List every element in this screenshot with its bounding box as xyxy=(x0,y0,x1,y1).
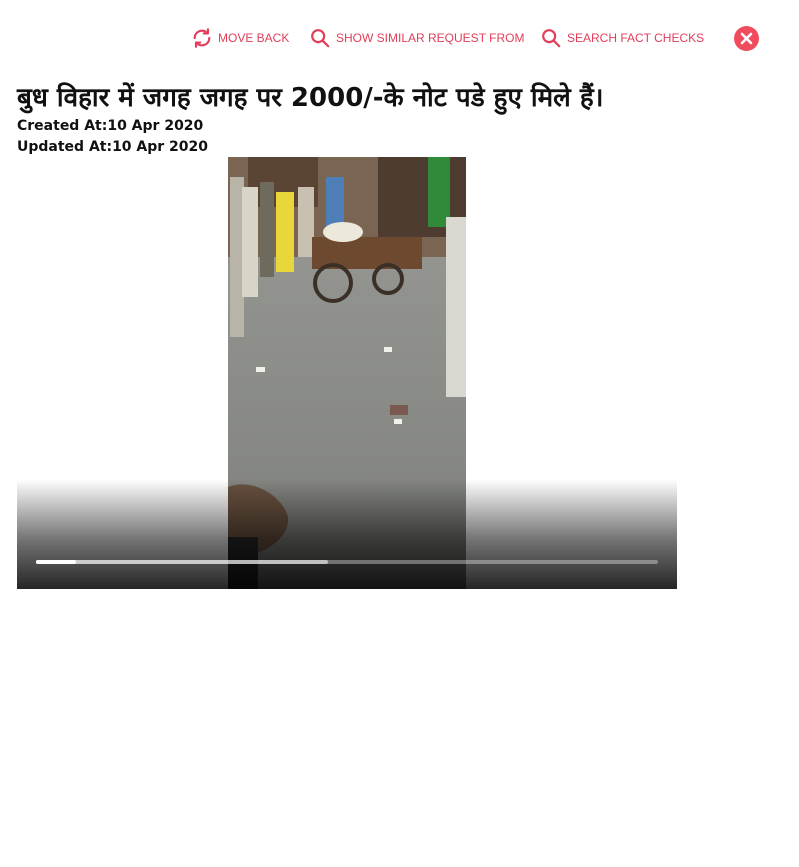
action-bar: MOVE BACK SHOW SIMILAR REQUEST FROM SEAR… xyxy=(0,24,799,52)
fullscreen-button[interactable] xyxy=(582,844,600,862)
time-display: 0:03 / 0:47 xyxy=(75,843,151,860)
more-options-button[interactable] xyxy=(645,842,651,862)
close-icon xyxy=(740,32,753,45)
close-button[interactable] xyxy=(734,26,759,51)
show-similar-request-button[interactable]: SHOW SIMILAR REQUEST FROM xyxy=(309,24,524,52)
refresh-icon xyxy=(191,27,213,49)
search-fact-checks-label: SEARCH FACT CHECKS xyxy=(567,31,705,45)
progress-played xyxy=(36,560,76,564)
search-icon xyxy=(540,27,562,49)
video-player[interactable]: 0:03 / 0:47 xyxy=(17,157,677,862)
play-icon xyxy=(41,844,53,860)
move-back-label: MOVE BACK xyxy=(218,31,290,45)
play-button[interactable] xyxy=(39,843,55,861)
video-controls: 0:03 / 0:47 xyxy=(17,479,677,862)
search-fact-checks-button[interactable]: SEARCH FACT CHECKS xyxy=(540,24,704,52)
post-title: बुध विहार में जगह जगह पर 2000/-के नोट पड… xyxy=(17,83,604,113)
search-icon xyxy=(309,27,331,49)
progress-buffered xyxy=(36,560,329,564)
created-date: Created At:10 Apr 2020 xyxy=(17,118,204,134)
fullscreen-icon xyxy=(582,844,600,862)
more-vertical-icon xyxy=(645,842,651,862)
volume-icon xyxy=(524,845,544,861)
progress-bar[interactable] xyxy=(36,560,658,564)
move-back-button[interactable]: MOVE BACK xyxy=(191,24,289,52)
show-similar-label: SHOW SIMILAR REQUEST FROM xyxy=(336,31,525,45)
volume-button[interactable] xyxy=(523,843,545,863)
updated-date: Updated At:10 Apr 2020 xyxy=(17,139,209,155)
